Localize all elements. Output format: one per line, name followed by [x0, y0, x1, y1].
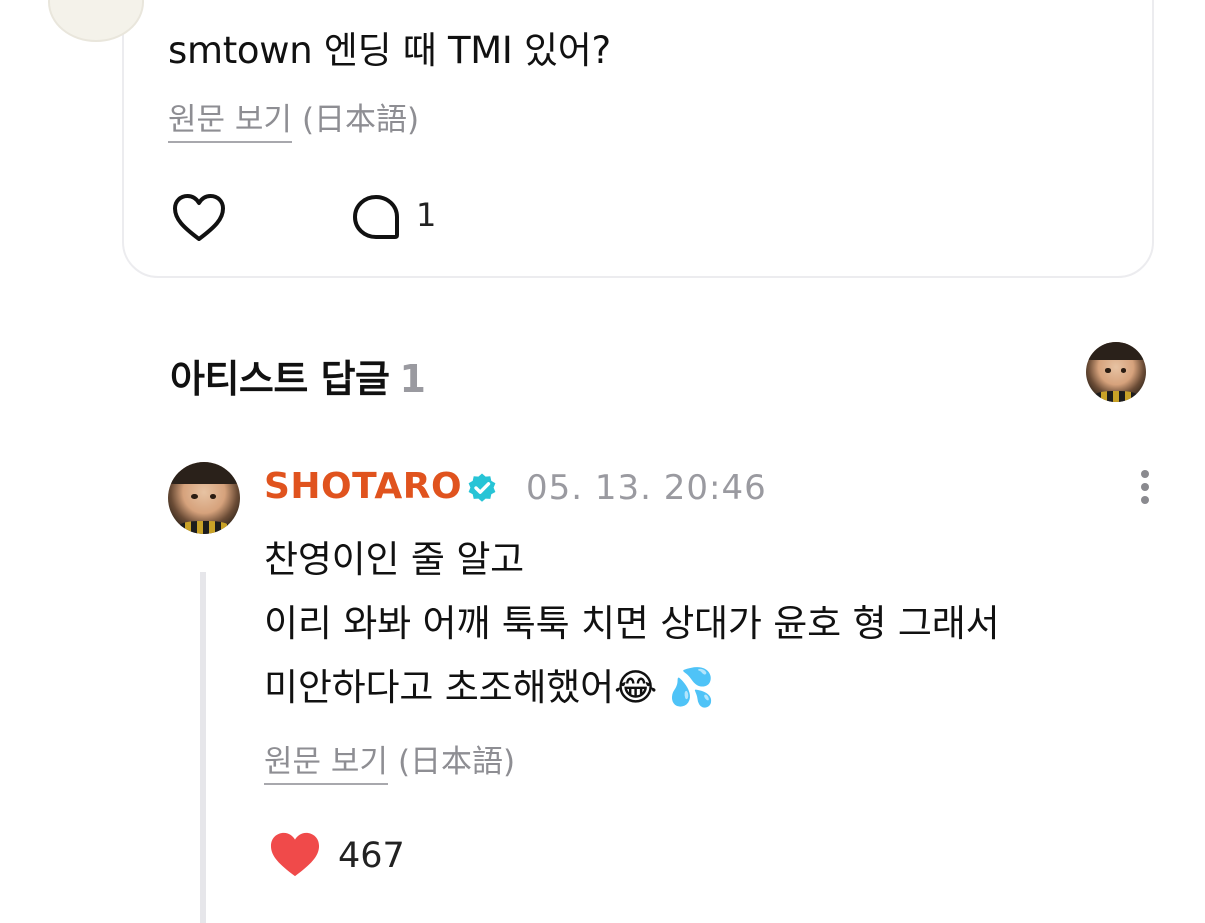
reply-translation-row: 원문 보기 (日本語) — [264, 736, 516, 785]
avatar-hair — [168, 462, 240, 484]
reply-text-line: 이리 와봐 어깨 툭툭 치면 상대가 윤호 형 그래서 — [264, 602, 1000, 645]
avatar-hair — [1086, 342, 1146, 360]
reply-author-avatar[interactable] — [168, 462, 240, 534]
avatar-collar — [1095, 391, 1137, 402]
reply-author-name[interactable]: SHOTARO — [264, 466, 462, 507]
reply-like-count: 467 — [338, 836, 405, 876]
heart-icon — [173, 194, 225, 241]
post-comment-button[interactable] — [350, 192, 402, 244]
artist-replies-label: 아티스트 답글 — [170, 357, 390, 401]
verified-badge-icon — [468, 473, 496, 502]
more-vertical-icon[interactable] — [1132, 468, 1158, 508]
post-translation-row: 원문 보기 (日本語) — [168, 94, 420, 143]
reply-text-line: 미안하다고 초조해했어😂 💦 — [264, 666, 715, 709]
post-view-original-link[interactable]: 원문 보기 — [168, 102, 292, 143]
post-text: smtown 엔딩 때 TMI 있어? — [168, 29, 611, 72]
avatar-eye — [1120, 368, 1127, 373]
artist-replies-count: 1 — [399, 357, 426, 401]
avatar-eye — [209, 493, 217, 499]
reply-text: 찬영이인 줄 알고 이리 와봐 어깨 툭툭 치면 상대가 윤호 형 그래서 미안… — [264, 528, 1000, 720]
artist-replies-title: 아티스트 답글 1 — [170, 348, 426, 403]
reply-like-button[interactable] — [268, 830, 322, 880]
reply-original-language: (日本語) — [397, 744, 516, 780]
reply-view-original-link[interactable]: 원문 보기 — [264, 744, 388, 785]
post-like-button[interactable] — [171, 192, 227, 244]
avatar-collar — [178, 521, 230, 534]
comment-icon — [353, 195, 399, 239]
heart-filled-icon — [270, 832, 320, 877]
reply-text-line: 찬영이인 줄 알고 — [264, 538, 525, 581]
thread-line — [200, 572, 206, 923]
post-original-language: (日本語) — [301, 102, 420, 138]
reply-timestamp: 05. 13. 20:46 — [526, 468, 767, 508]
artist-avatar[interactable] — [1086, 342, 1146, 402]
post-detail-screen: smtown 엔딩 때 TMI 있어? 원문 보기 (日本語) 1 아티스트 답글… — [0, 0, 1205, 923]
avatar-eye — [191, 493, 198, 499]
avatar-eye — [1105, 368, 1111, 373]
post-comment-count: 1 — [416, 196, 437, 234]
